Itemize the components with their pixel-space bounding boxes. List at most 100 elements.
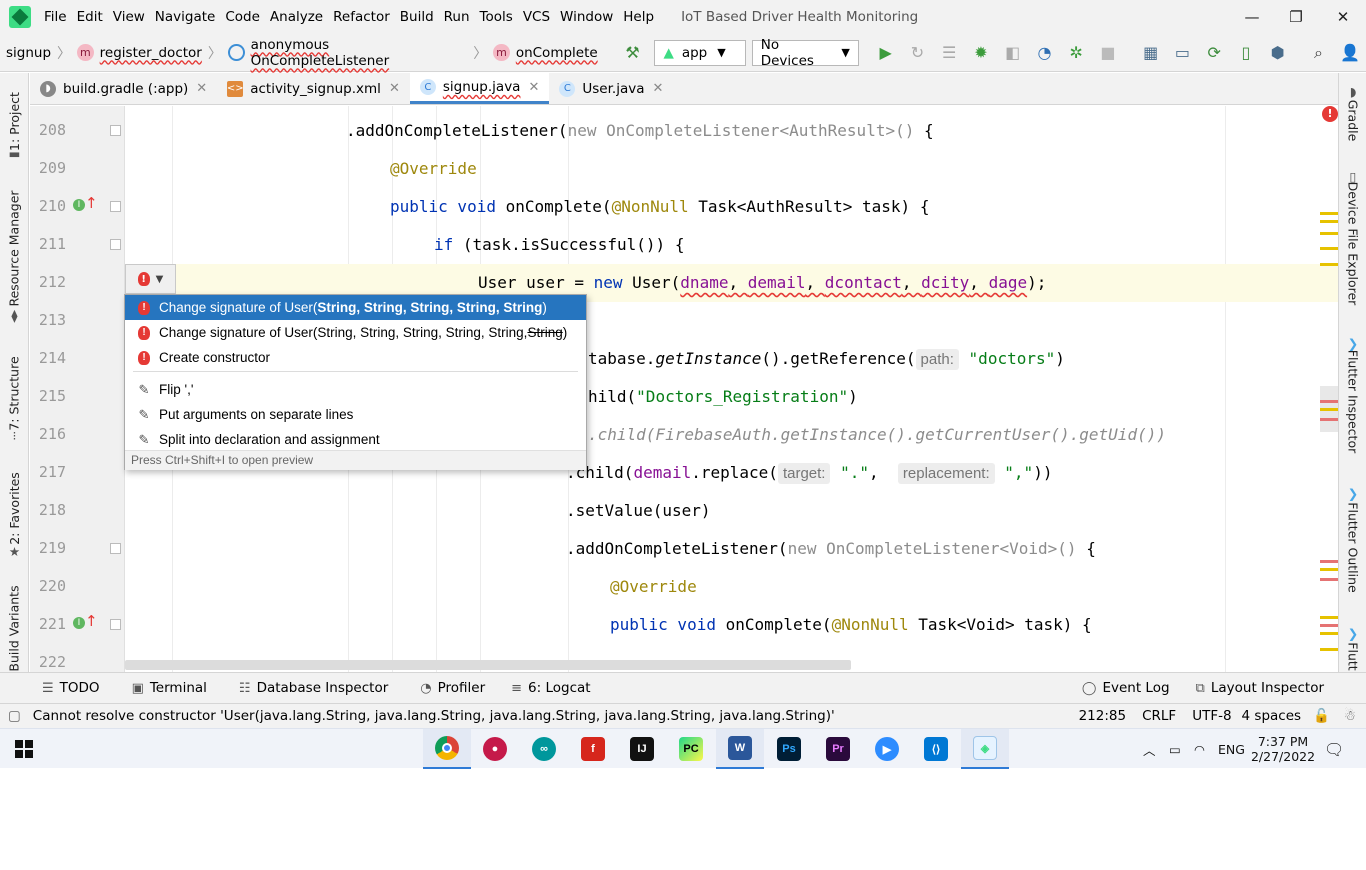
tool-favorites[interactable]: 2: Favorites [0,468,29,548]
tool-device-file-explorer[interactable]: Device File Explorer [1339,181,1366,305]
project-structure-icon[interactable]: ▦ [1138,40,1164,66]
caret-position[interactable]: 212:85 [1079,708,1127,724]
device-select[interactable]: No Devices ▼ [751,37,859,69]
taskbar-premiere[interactable]: Pr [814,729,862,769]
taskbar-fritzing[interactable]: f [569,729,617,769]
menu-refactor[interactable]: Refactor [328,9,395,25]
fold-marker-icon[interactable] [110,201,121,212]
tab-build-gradle[interactable]: ◗ build.gradle (:app) ✕ [30,73,217,104]
fold-marker-icon[interactable] [110,619,121,630]
warning-stripe-mark[interactable] [1320,263,1338,266]
profile-icon[interactable]: ◔ [1032,40,1058,66]
inspector-icon[interactable]: ☃ [1344,708,1356,724]
error-stripe-mark[interactable] [1320,624,1338,627]
warning-stripe-mark[interactable] [1320,616,1338,619]
tool-layout-inspector[interactable]: ⧉ Layout Inspector [1196,680,1324,696]
debug-attach-icon[interactable]: ✲ [1063,40,1089,66]
tool-todo[interactable]: ☰ TODO [42,680,100,696]
taskbar-intellij[interactable]: IJ [618,729,666,769]
maximize-button[interactable]: ❐ [1273,0,1319,34]
wifi-icon[interactable]: ◠ [1194,729,1205,769]
taskbar-vscode[interactable]: ⟨⟩ [912,729,960,769]
menu-build[interactable]: Build [395,9,439,25]
error-indicator-icon[interactable]: ! [1322,106,1338,122]
avd-manager-icon[interactable]: ▭ [1170,40,1196,66]
sync-gradle-icon[interactable]: ⟳ [1201,40,1227,66]
menu-analyze[interactable]: Analyze [265,9,328,25]
battery-icon[interactable]: ▭ [1169,729,1181,769]
file-encoding[interactable]: UTF-8 [1192,708,1231,724]
error-stripe-mark[interactable] [1320,578,1338,581]
fold-marker-icon[interactable] [110,239,121,250]
indent-setting[interactable]: 4 spaces [1242,708,1302,724]
run-config-select[interactable]: ▲ app ▼ [654,39,746,66]
warning-stripe-mark[interactable] [1320,648,1338,651]
tool-build-variants[interactable]: Build Variants [0,583,29,673]
popup-item-change-signature-2[interactable]: ! Change signature of User(String, Strin… [125,320,586,345]
apply-changes-icon[interactable]: ☰ [936,40,962,66]
error-stripe-mark[interactable] [1320,418,1338,421]
close-window-button[interactable]: ✕ [1320,0,1366,34]
error-stripe-mark[interactable] [1320,400,1338,403]
debug-icon[interactable]: ✹ [968,40,994,66]
start-button[interactable] [0,729,48,769]
tool-resource-manager[interactable]: Resource Manager [0,183,29,313]
error-stripe-mark[interactable] [1320,560,1338,563]
search-icon[interactable]: ⌕ [1306,40,1332,66]
tool-gradle[interactable]: Gradle [1339,95,1366,145]
warning-stripe-mark[interactable] [1320,212,1338,215]
warning-stripe-mark[interactable] [1320,408,1338,411]
fold-marker-icon[interactable] [110,543,121,554]
implements-icon[interactable]: I [73,199,85,211]
taskbar-raspberry[interactable]: ● [471,729,519,769]
taskbar-arduino[interactable]: ∞ [520,729,568,769]
popup-item-create-constructor[interactable]: ! Create constructor [125,345,586,370]
hammer-build-icon[interactable]: ⚒ [620,40,646,66]
taskbar-pycharm[interactable]: PC [667,729,715,769]
menu-help[interactable]: Help [618,9,659,25]
stop-icon[interactable]: ■ [1095,40,1121,66]
breadcrumb-method-oncomplete[interactable]: onComplete [516,45,598,61]
menu-window[interactable]: Window [555,9,618,25]
breadcrumb-method-register-doctor[interactable]: register_doctor [100,45,202,61]
horizontal-scrollbar[interactable] [125,660,851,670]
taskbar-photoshop[interactable]: Ps [765,729,813,769]
tool-event-log[interactable]: ◯ Event Log [1082,680,1170,696]
clock[interactable]: 7:37 PM 2/27/2022 [1251,729,1315,769]
menu-tools[interactable]: Tools [475,9,518,25]
run-icon[interactable]: ▶ [873,40,899,66]
close-icon[interactable]: ✕ [652,81,663,96]
close-icon[interactable]: ✕ [196,81,207,96]
menu-navigate[interactable]: Navigate [150,9,221,25]
tab-user-java[interactable]: C User.java ✕ [549,73,673,104]
taskbar-android-studio[interactable]: ◈ [961,729,1009,769]
breadcrumb-project[interactable]: signup [6,45,51,61]
menu-edit[interactable]: Edit [72,9,108,25]
popup-item-split-declaration[interactable]: ✎ Split into declaration and assignment [125,427,586,452]
warning-stripe-mark[interactable] [1320,568,1338,571]
tool-terminal[interactable]: ▣ Terminal [132,680,207,696]
tool-flutter-inspector[interactable]: Flutter Inspector [1339,349,1366,453]
taskbar-zoom[interactable]: ▶ [863,729,911,769]
attach-debugger-icon[interactable]: ◧ [1000,40,1026,66]
minimize-button[interactable]: — [1229,0,1275,34]
tool-database-inspector[interactable]: ☷ Database Inspector [239,680,388,696]
sdk-manager-icon[interactable]: ▯ [1233,40,1259,66]
warning-stripe-mark[interactable] [1320,232,1338,235]
menu-run[interactable]: Run [439,9,475,25]
tool-logcat[interactable]: ≡ 6: Logcat [511,680,590,696]
fold-marker-icon[interactable] [110,125,121,136]
menu-view[interactable]: View [108,9,150,25]
taskbar-word[interactable]: W [716,729,764,769]
tool-profiler[interactable]: ◔ Profiler [420,680,485,696]
override-up-arrow-icon[interactable]: ↑ [85,194,98,212]
breadcrumb-anonymous-class[interactable]: anonymous OnCompleteListener [251,37,468,69]
lock-icon[interactable]: 🔓 [1313,708,1330,724]
user-icon[interactable]: 👤 [1337,40,1363,66]
popup-item-change-signature-1[interactable]: ! Change signature of User(String, Strin… [125,295,586,320]
line-separator[interactable]: CRLF [1142,708,1176,724]
popup-item-separate-lines[interactable]: ✎ Put arguments on separate lines [125,402,586,427]
tab-activity-signup-xml[interactable]: <> activity_signup.xml ✕ [217,73,410,104]
tool-flutter-performance[interactable]: Flutt [1339,641,1366,671]
warning-stripe-mark[interactable] [1320,632,1338,635]
